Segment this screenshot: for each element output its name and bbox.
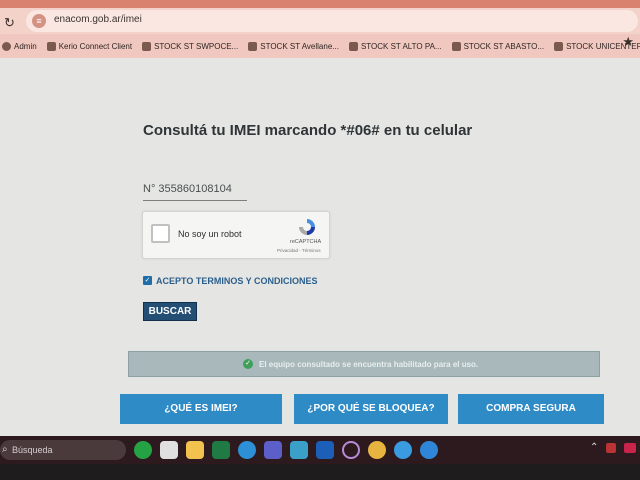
terms-checkbox[interactable]: ✓ [143, 276, 152, 285]
terms-label[interactable]: ACEPTO TERMINOS Y CONDICIONES [156, 276, 318, 286]
search-icon: ⌕ [2, 444, 8, 455]
bookmark-stock-3[interactable]: STOCK ST ALTO PA... [348, 41, 442, 51]
page-icon [142, 41, 152, 51]
monitor-bezel [0, 464, 640, 480]
browser-chrome: ↻ ≡ enacom.gob.ar/imei ★ Admin Kerio Con… [0, 0, 640, 60]
bookmark-admin[interactable]: Admin [2, 41, 37, 51]
app-icon[interactable] [290, 441, 308, 459]
bookmarks-bar: Admin Kerio Connect Client STOCK ST SWPO… [0, 34, 640, 58]
bookmark-label: STOCK ST SWPOCE... [154, 41, 239, 51]
recaptcha-logo-icon [299, 219, 315, 235]
why-blocked-button[interactable]: ¿POR QUÉ SE BLOQUEA? [294, 394, 448, 424]
page-icon [451, 41, 461, 51]
address-bar-row: ↻ ≡ enacom.gob.ar/imei [0, 8, 640, 34]
result-message-bar: ✓ El equipo consultado se encuentra habi… [128, 351, 600, 377]
safe-purchase-button[interactable]: COMPRA SEGURA [458, 394, 604, 424]
page-icon [348, 41, 358, 51]
recaptcha-widget: No soy un robot reCAPTCHA Privacidad - T… [142, 211, 330, 259]
omnibox[interactable]: ≡ enacom.gob.ar/imei [26, 10, 638, 32]
teams-icon[interactable] [264, 441, 282, 459]
taskbar-search[interactable]: ⌕ Búsqueda [0, 440, 126, 460]
tray-app-icon-2[interactable] [624, 443, 636, 453]
page-title: Consultá tu IMEI marcando *#06# en tu ce… [143, 122, 473, 139]
imei-input[interactable]: N° 355860108104 [143, 183, 247, 201]
page-icon [554, 41, 564, 51]
bookmark-stock-2[interactable]: STOCK ST Avellane... [248, 41, 339, 51]
captcha-checkbox[interactable] [151, 224, 170, 243]
url-text[interactable]: enacom.gob.ar/imei [54, 14, 142, 25]
whatsapp-icon[interactable] [134, 441, 152, 459]
bookmark-stock-5[interactable]: STOCK UNICENTER... [554, 41, 640, 51]
kerio-icon [46, 41, 56, 51]
edge-icon[interactable] [238, 441, 256, 459]
globe-icon [2, 41, 11, 51]
bookmark-stock-1[interactable]: STOCK ST SWPOCE... [142, 41, 239, 51]
edge-beta-icon[interactable] [420, 441, 438, 459]
bookmark-label: STOCK ST ALTO PA... [360, 41, 442, 51]
page-content: Consultá tu IMEI marcando *#06# en tu ce… [0, 58, 640, 436]
result-message: El equipo consultado se encuentra habili… [259, 360, 479, 369]
captcha-label: No soy un robot [178, 229, 242, 239]
tray-app-icon[interactable] [606, 443, 616, 453]
chrome-icon[interactable] [368, 441, 386, 459]
file-explorer-icon[interactable] [186, 441, 204, 459]
site-info-icon[interactable]: ≡ [32, 14, 46, 28]
bookmark-kerio[interactable]: Kerio Connect Client [46, 41, 133, 51]
check-circle-icon: ✓ [243, 359, 253, 369]
taskbar-apps [134, 441, 438, 459]
reload-icon[interactable]: ↻ [4, 16, 18, 30]
excel-icon[interactable] [212, 441, 230, 459]
taskbar-search-placeholder: Búsqueda [12, 445, 53, 455]
bookmark-label: STOCK UNICENTER... [566, 41, 640, 51]
taskbar: ⌕ Búsqueda ⌃ [0, 436, 640, 464]
bookmark-label: STOCK ST ABASTO... [463, 41, 545, 51]
circle-app-icon[interactable] [342, 441, 360, 459]
bookmark-label: Kerio Connect Client [58, 41, 133, 51]
recaptcha-links[interactable]: Privacidad - Términos [277, 248, 321, 253]
bookmark-stock-4[interactable]: STOCK ST ABASTO... [451, 41, 545, 51]
tray-chevron-up-icon[interactable]: ⌃ [590, 442, 598, 453]
edge-dev-icon[interactable] [394, 441, 412, 459]
what-is-imei-button[interactable]: ¿QUÉ ES IMEI? [120, 394, 282, 424]
recaptcha-brand: reCAPTCHA [290, 239, 322, 245]
page-icon [248, 41, 258, 51]
bookmark-label: STOCK ST Avellane... [260, 41, 339, 51]
outlook-icon[interactable] [316, 441, 334, 459]
store-icon[interactable] [160, 441, 178, 459]
search-button[interactable]: BUSCAR [143, 302, 197, 321]
tab-strip [0, 0, 640, 8]
bookmark-label: Admin [14, 41, 37, 51]
